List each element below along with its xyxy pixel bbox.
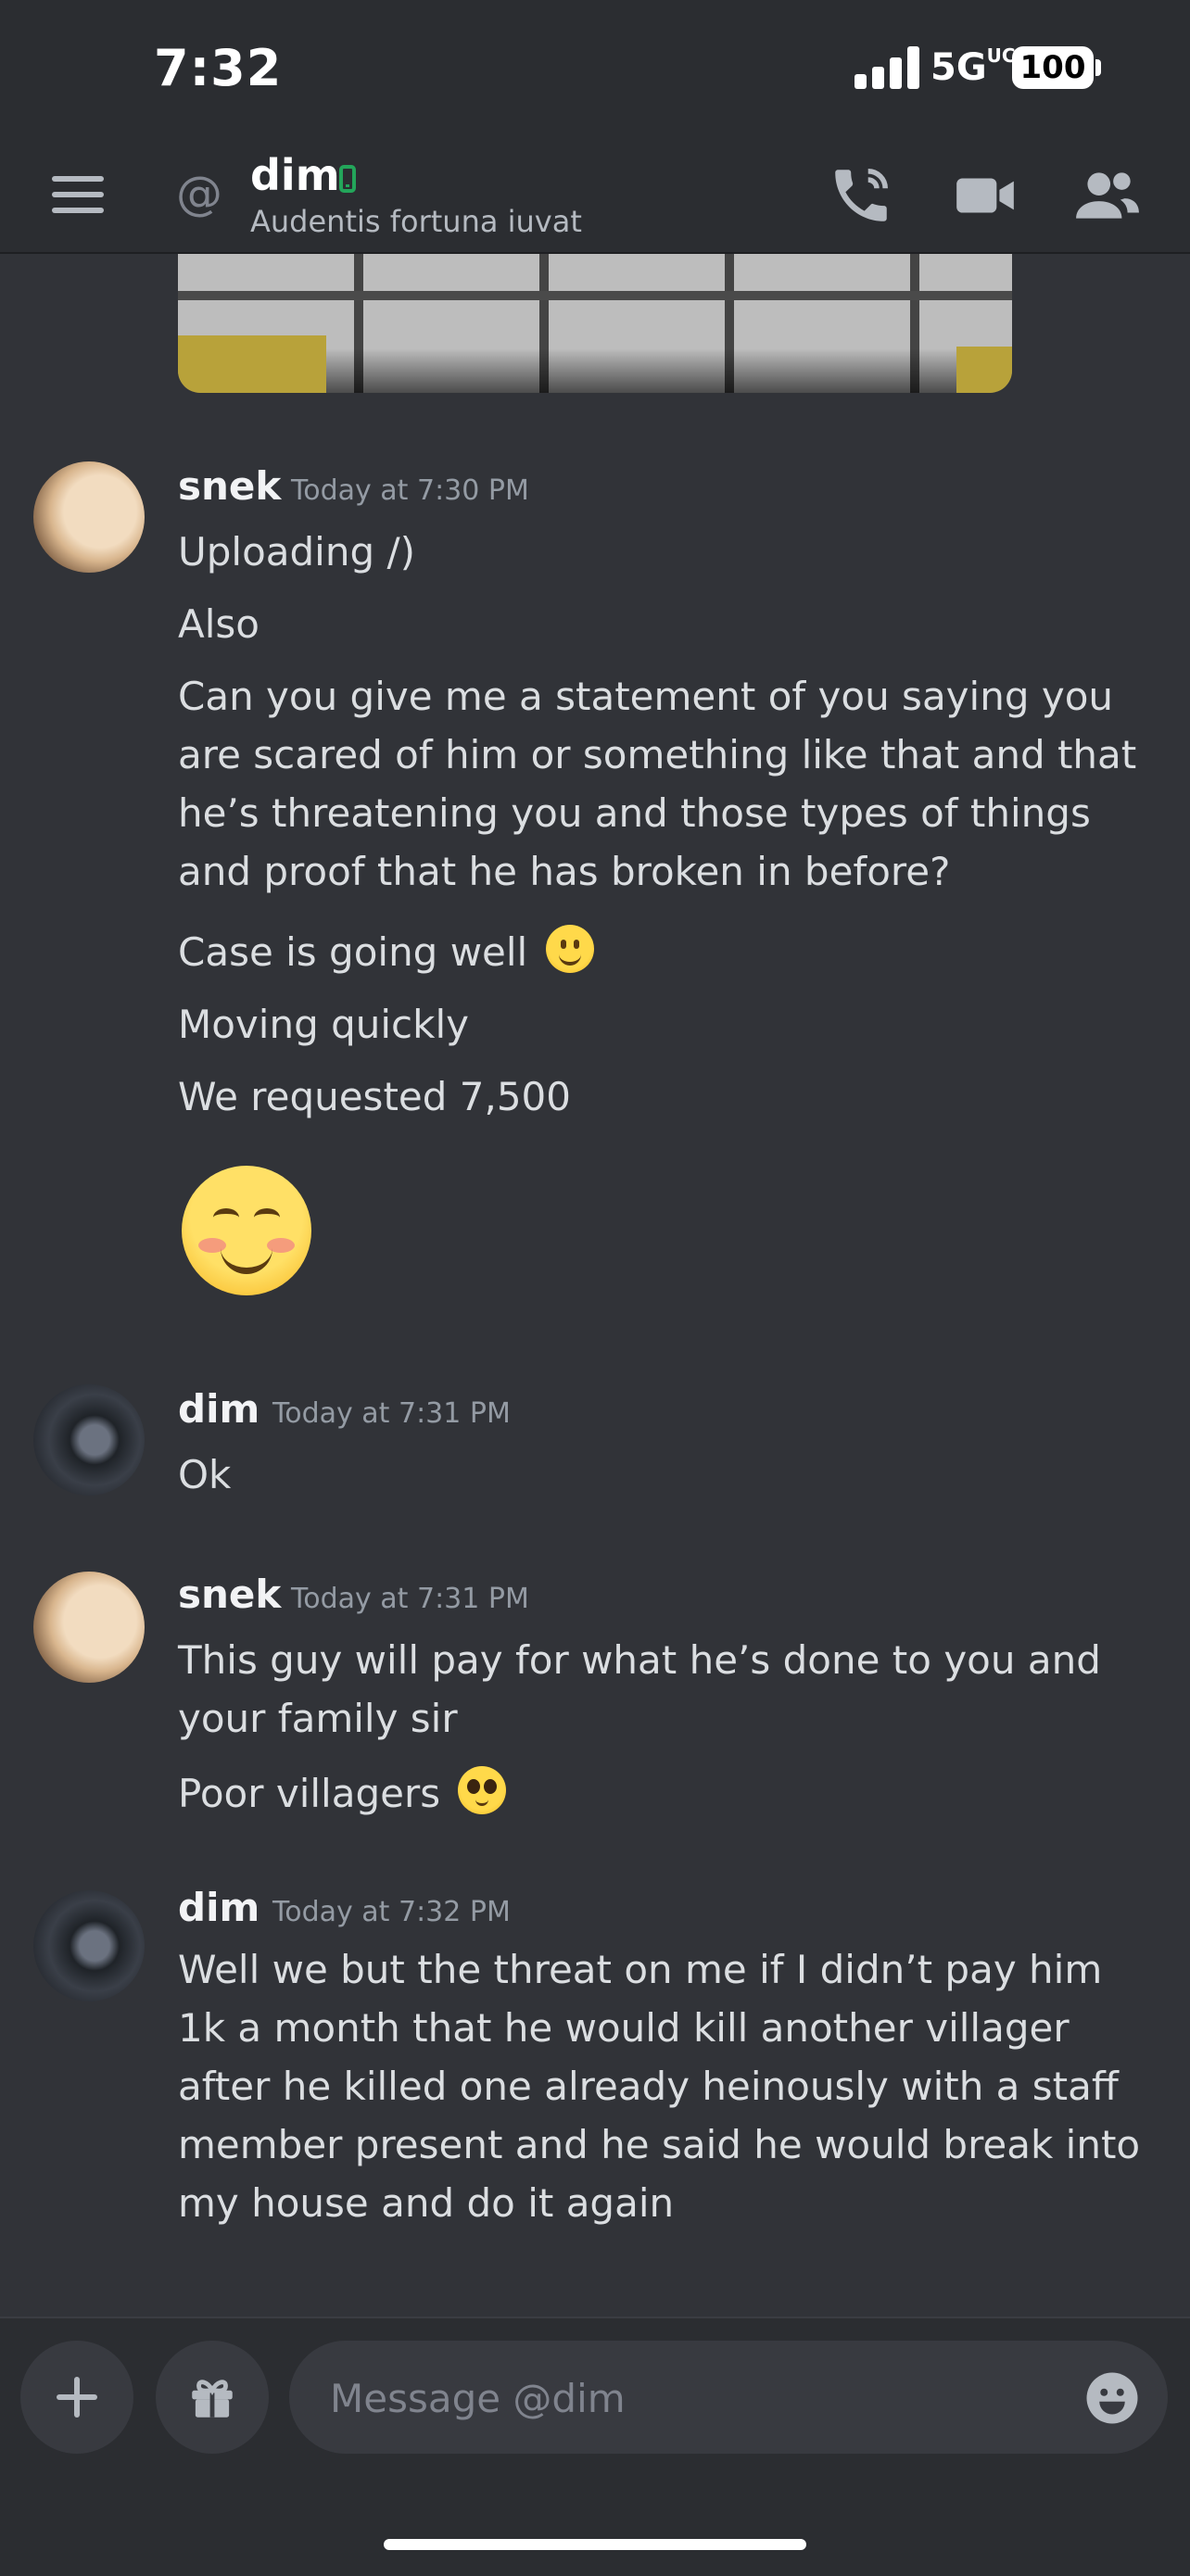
- home-indicator[interactable]: [384, 2539, 806, 2550]
- avatar[interactable]: [33, 1384, 145, 1496]
- video-call-icon[interactable]: [951, 161, 1019, 230]
- message-text: This guy will pay for what he’s done to …: [178, 1637, 1101, 1741]
- members-icon[interactable]: [1073, 161, 1142, 230]
- message-input[interactable]: [328, 2341, 1055, 2456]
- message-timestamp: Today at 7:30 PM: [291, 474, 529, 507]
- status-time: 7:32: [154, 39, 283, 97]
- avatar[interactable]: [33, 1890, 145, 2001]
- image-attachment[interactable]: [178, 254, 1012, 393]
- smiling-eyes-emoji-icon[interactable]: [182, 1166, 311, 1295]
- dm-header: @ dim Audentis fortuna iuvat: [0, 139, 1190, 254]
- battery-icon: 100: [1012, 46, 1094, 89]
- hamburger-menu-icon[interactable]: [52, 176, 104, 213]
- message-text: Uploading /): [178, 529, 415, 575]
- pleading-face-emoji-icon: [458, 1766, 507, 1814]
- mobile-online-icon: [339, 165, 356, 193]
- emoji-picker-icon[interactable]: [1084, 2370, 1140, 2426]
- author-name[interactable]: snek: [178, 1572, 281, 1617]
- message-text: Poor villagers: [178, 1764, 1160, 1823]
- gift-button[interactable]: [156, 2341, 269, 2454]
- author-name[interactable]: snek: [178, 463, 281, 509]
- message-list[interactable]: snek Today at 7:30 PM Uploading /) Also …: [0, 254, 1190, 2317]
- author-name[interactable]: dim: [178, 1386, 260, 1432]
- message-text: Also: [178, 601, 260, 647]
- avatar[interactable]: [33, 1572, 145, 1683]
- message-text: We requested 7,500: [178, 1074, 571, 1119]
- slight-smile-emoji-icon: [545, 925, 594, 973]
- message-timestamp: Today at 7:32 PM: [272, 1896, 511, 1928]
- at-sign-icon: @: [176, 167, 222, 221]
- message-text: Ok: [178, 1452, 232, 1497]
- dm-status-text: Audentis fortuna iuvat: [250, 204, 582, 239]
- message-text: Moving quickly: [178, 1002, 469, 1047]
- composer-bar: [0, 2317, 1190, 2576]
- avatar[interactable]: [33, 461, 145, 573]
- gift-icon: [192, 2380, 233, 2418]
- signal-icon: [855, 46, 921, 89]
- message-input-container[interactable]: [289, 2341, 1168, 2456]
- voice-call-icon[interactable]: [827, 161, 895, 230]
- add-attachment-button[interactable]: [20, 2341, 133, 2454]
- battery-tip: [1095, 59, 1101, 76]
- message-text: Can you give me a statement of you sayin…: [178, 674, 1137, 894]
- author-name[interactable]: dim: [178, 1885, 260, 1930]
- message-timestamp: Today at 7:31 PM: [291, 1583, 529, 1615]
- network-label: 5GUC: [930, 44, 1016, 89]
- message-text: Case is going well: [178, 923, 1160, 981]
- message-timestamp: Today at 7:31 PM: [272, 1397, 511, 1430]
- status-bar: 7:32 5GUC 100: [0, 0, 1190, 139]
- dm-name[interactable]: dim: [250, 150, 340, 200]
- message-text: Well we but the threat on me if I didn’t…: [178, 1947, 1141, 2226]
